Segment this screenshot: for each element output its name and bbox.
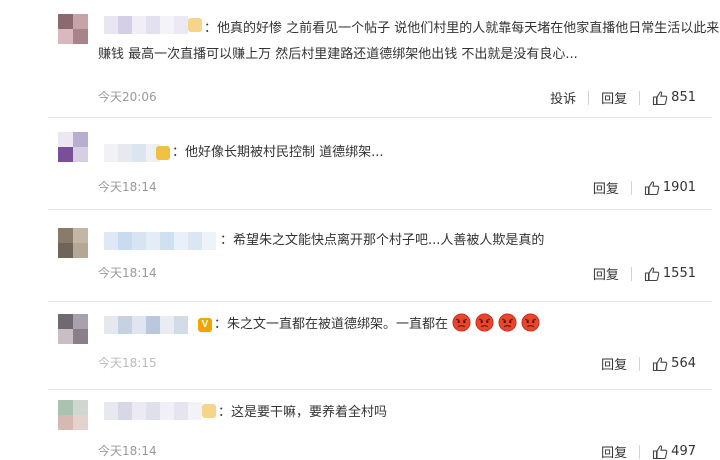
- thumbs-up-icon: [644, 180, 660, 195]
- like-count: 851: [671, 90, 696, 105]
- comment-text-line: 他好像长期被村民控制 道德绑架...: [185, 145, 384, 160]
- vip-badge-icon: [188, 18, 202, 32]
- thumbs-up-icon: [644, 266, 660, 281]
- reply-button[interactable]: 回复: [593, 264, 619, 283]
- comment-text: ：他真的好惨 之前看见一个帖子 说他们村里的人就靠每天堵在他家直播他日常生活以此…: [204, 21, 720, 36]
- comment-text-line: 这是要干嘛，要养着全村吗: [231, 405, 388, 420]
- username-blurred[interactable]: [104, 144, 160, 162]
- comment-text: ：朱之文一直都在被道德绑架。一直都在: [214, 312, 544, 338]
- report-button[interactable]: 投诉: [550, 88, 576, 107]
- divider: [639, 356, 641, 371]
- comment-actions: 回复 1551: [593, 264, 696, 283]
- like-button[interactable]: 564: [652, 356, 696, 372]
- reply-label: 回复: [592, 182, 619, 197]
- username-blurred[interactable]: [104, 232, 216, 250]
- reply-label: 回复: [601, 446, 628, 460]
- comment-text-line: 他真的好惨 之前看见一个帖子 说他们村里的人就靠每天堵在他家直播他日常生活以此来: [217, 21, 720, 36]
- comment-actions: 回复 497: [601, 442, 696, 460]
- angry-face-icon: [498, 313, 517, 332]
- comment-time: 今天20:06: [98, 90, 157, 104]
- divider: [639, 444, 641, 459]
- like-count: 564: [671, 356, 696, 371]
- avatar[interactable]: [58, 132, 88, 162]
- reply-button[interactable]: 回复: [593, 178, 619, 197]
- vip-badge-icon: V: [198, 318, 212, 332]
- username-blurred[interactable]: [104, 16, 188, 34]
- comment-text-line: 希望朱之文能快点离开那个村子吧...人善被人欺是真的: [233, 233, 545, 248]
- username-blurred[interactable]: [104, 402, 202, 420]
- avatar[interactable]: [58, 14, 88, 44]
- comment-time: 今天18:14: [98, 444, 157, 458]
- comment-item: ：他好像长期被村民控制 道德绑架... 今天18:14 回复 1901: [0, 118, 720, 210]
- comment-text: ：这是要干嘛，要养着全村吗: [218, 405, 388, 420]
- vip-badge-icon: [156, 146, 170, 160]
- comment-time: 今天18:15: [98, 356, 157, 370]
- reply-label: 回复: [592, 268, 619, 283]
- angry-face-icon: [475, 313, 494, 332]
- reply-button[interactable]: 回复: [601, 442, 627, 460]
- comment-text: ：他好像长期被村民控制 道德绑架...: [172, 145, 384, 160]
- like-button[interactable]: 497: [652, 444, 696, 460]
- comment-actions: 回复 1901: [593, 178, 696, 197]
- thumbs-up-icon: [653, 444, 668, 459]
- like-button[interactable]: 1551: [644, 266, 696, 282]
- like-count: 1551: [662, 266, 696, 281]
- comment-item: ：他真的好惨 之前看见一个帖子 说他们村里的人就靠每天堵在他家直播他日常生活以此…: [0, 0, 720, 118]
- report-label: 投诉: [550, 92, 577, 107]
- like-button[interactable]: 851: [652, 90, 696, 106]
- avatar[interactable]: [58, 314, 88, 344]
- reply-button[interactable]: 回复: [601, 88, 627, 107]
- comment-item: ：这是要干嘛，要养着全村吗 今天18:14 回复 497: [0, 390, 720, 460]
- like-button[interactable]: 1901: [644, 180, 696, 196]
- thumbs-up-icon: [653, 90, 668, 105]
- divider: [588, 90, 590, 105]
- username-blurred[interactable]: [104, 316, 188, 334]
- reply-button[interactable]: 回复: [601, 354, 627, 373]
- avatar[interactable]: [58, 228, 88, 258]
- angry-face-icon: [521, 313, 540, 332]
- thumbs-up-icon: [653, 356, 668, 371]
- comment-actions: 投诉 回复 851: [550, 88, 696, 107]
- like-count: 1901: [662, 180, 696, 195]
- comment-item: V ：朱之文一直都在被道德绑架。一直都在 今天18:15 回复 564: [0, 302, 720, 390]
- comment-actions: 回复 564: [601, 354, 696, 373]
- comment-text-continued: 赚钱 最高一次直播可以赚上万 然后村里建路还道德绑架他出钱 不出就是没有良心..…: [98, 42, 578, 68]
- reply-label: 回复: [601, 358, 628, 373]
- comment-item: ：希望朱之文能快点离开那个村子吧...人善被人欺是真的 今天18:14 回复 1…: [0, 210, 720, 302]
- divider: [639, 90, 641, 105]
- comment-time: 今天18:14: [98, 266, 157, 280]
- avatar[interactable]: [58, 400, 88, 430]
- comment-text-line: 赚钱 最高一次直播可以赚上万 然后村里建路还道德绑架他出钱 不出就是没有良心..…: [98, 47, 578, 62]
- reply-label: 回复: [601, 92, 628, 107]
- comment-text-line: 朱之文一直都在被道德绑架。一直都在: [227, 317, 449, 332]
- divider: [630, 180, 632, 195]
- angry-face-icon: [452, 313, 471, 332]
- comment-text: ：希望朱之文能快点离开那个村子吧...人善被人欺是真的: [220, 233, 545, 248]
- divider: [630, 266, 632, 281]
- comment-time: 今天18:14: [98, 180, 157, 194]
- like-count: 497: [671, 444, 696, 459]
- vip-badge-icon: [202, 404, 216, 418]
